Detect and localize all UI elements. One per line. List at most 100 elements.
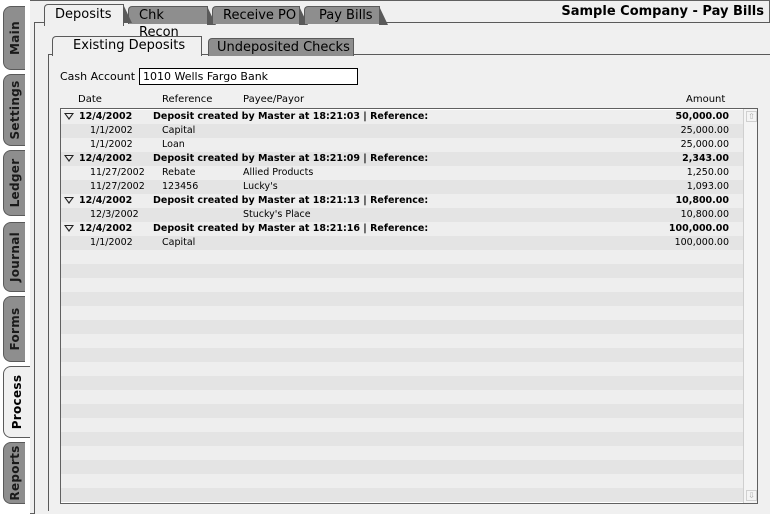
item-date: 1/1/2002 (90, 237, 133, 248)
deposit-amount: 2,343.00 (682, 153, 729, 164)
empty-row (61, 334, 743, 348)
deposit-item-row[interactable]: 11/27/2002 Rebate Allied Products 1,250.00 (61, 166, 743, 180)
deposit-amount: 50,000.00 (675, 111, 730, 122)
tab-undeposited-checks[interactable]: Undeposited Checks (208, 38, 354, 56)
empty-row (61, 418, 743, 432)
tab-label: Pay Bills (319, 8, 373, 23)
scroll-up-icon[interactable]: ⇧ (746, 111, 757, 122)
side-tab-reports[interactable]: Reports (3, 442, 25, 504)
side-tab-label: Journal (7, 231, 22, 283)
deposit-date: 12/4/2002 (79, 195, 133, 206)
deposit-description: Deposit created by Master at 18:21:09 | … (153, 153, 429, 164)
deposit-description: Deposit created by Master at 18:21:13 | … (153, 195, 429, 206)
column-header-payee[interactable]: Payee/Payor (243, 94, 304, 105)
window-title: Sample Company - Pay Bills (561, 4, 764, 19)
deposit-group-row[interactable]: 12/4/2002 Deposit created by Master at 18… (61, 222, 743, 236)
item-date: 11/27/2002 (90, 167, 145, 178)
side-tab-label: Main (7, 21, 22, 55)
tab-deposits[interactable]: Deposits (44, 4, 132, 26)
side-tab-journal[interactable]: Journal (3, 222, 25, 292)
deposit-date: 12/4/2002 (79, 111, 133, 122)
side-tab-forms[interactable]: Forms (3, 296, 25, 362)
empty-row (61, 292, 743, 306)
scroll-down-icon[interactable]: ⇩ (746, 490, 757, 501)
empty-row (61, 474, 743, 488)
side-tab-settings[interactable]: Settings (3, 74, 25, 146)
deposit-description: Deposit created by Master at 18:21:03 | … (153, 111, 429, 122)
empty-row (61, 488, 743, 502)
deposit-amount: 100,000.00 (668, 223, 729, 234)
vertical-scrollbar[interactable]: ⇧ ⇩ (743, 109, 757, 503)
empty-row (61, 390, 743, 404)
deposit-group-row[interactable]: 12/4/2002 Deposit created by Master at 18… (61, 194, 743, 208)
column-header-amount[interactable]: Amount (686, 94, 725, 105)
tab-label: Undeposited Checks (217, 40, 350, 55)
item-date: 1/1/2002 (90, 125, 133, 136)
side-tab-process[interactable]: Process (3, 366, 30, 438)
cash-account-field[interactable]: 1010 Wells Fargo Bank (139, 68, 358, 85)
item-amount: 100,000.00 (674, 237, 729, 248)
item-amount: 1,250.00 (686, 167, 729, 178)
empty-row (61, 376, 743, 390)
item-date: 11/27/2002 (90, 181, 145, 192)
empty-row (61, 404, 743, 418)
deposit-group-row[interactable]: 12/4/2002 Deposit created by Master at 18… (61, 152, 743, 166)
side-tab-ledger[interactable]: Ledger (3, 150, 25, 216)
deposit-date: 12/4/2002 (79, 223, 133, 234)
deposit-item-row[interactable]: 1/1/2002 Loan 25,000.00 (61, 138, 743, 152)
side-tab-label: Reports (7, 445, 22, 501)
deposit-description: Deposit created by Master at 18:21:16 | … (153, 223, 429, 234)
item-payee: Stucky's Place (243, 209, 311, 220)
tab-label: Receive PO (223, 8, 297, 23)
item-payee: Lucky's (243, 181, 278, 192)
empty-row (61, 460, 743, 474)
deposit-date: 12/4/2002 (79, 153, 133, 164)
empty-row (61, 306, 743, 320)
empty-row (61, 446, 743, 460)
empty-row (61, 250, 743, 264)
empty-row (61, 348, 743, 362)
side-tab-label: Forms (7, 307, 22, 351)
side-tab-main[interactable]: Main (3, 6, 25, 70)
cash-account-label: Cash Account (60, 70, 136, 83)
side-tab-label: Process (10, 374, 24, 430)
item-date: 1/1/2002 (90, 139, 133, 150)
empty-row (61, 432, 743, 446)
item-reference: Capital (162, 125, 196, 136)
deposit-group-row[interactable]: 12/4/2002 Deposit created by Master at 18… (61, 110, 743, 124)
empty-row (61, 278, 743, 292)
side-tab-bar: Main Settings Ledger Journal Forms Proce… (0, 0, 30, 514)
collapse-triangle-icon[interactable] (64, 155, 74, 162)
side-tab-label: Ledger (7, 158, 22, 208)
tab-label: Deposits (55, 7, 112, 22)
deposit-item-row[interactable]: 1/1/2002 Capital 25,000.00 (61, 124, 743, 138)
tab-receive-po[interactable]: Receive PO (212, 6, 308, 25)
side-tab-label: Settings (7, 80, 22, 140)
empty-row (61, 362, 743, 376)
collapse-triangle-icon[interactable] (64, 225, 74, 232)
item-reference: Rebate (162, 167, 196, 178)
column-header-reference[interactable]: Reference (162, 94, 212, 105)
tab-chk-recon[interactable]: Chk Recon (128, 6, 216, 40)
collapse-triangle-icon[interactable] (64, 113, 74, 120)
item-date: 12/3/2002 (90, 209, 139, 220)
item-amount: 10,800.00 (680, 209, 729, 220)
tab-label: Existing Deposits (73, 38, 186, 53)
item-amount: 1,093.00 (686, 181, 729, 192)
item-reference: Capital (162, 237, 196, 248)
item-payee: Allied Products (243, 167, 314, 178)
deposits-grid: ⇧ ⇩ 12/4/2002 Deposit created by Master a… (60, 108, 758, 504)
collapse-triangle-icon[interactable] (64, 197, 74, 204)
tab-pay-bills[interactable]: Pay Bills (304, 6, 388, 25)
deposit-item-row[interactable]: 12/3/2002 Stucky's Place 10,800.00 (61, 208, 743, 222)
deposit-item-row[interactable]: 1/1/2002 Capital 100,000.00 (61, 236, 743, 250)
deposit-amount: 10,800.00 (675, 195, 730, 206)
item-amount: 25,000.00 (680, 139, 729, 150)
empty-row (61, 320, 743, 334)
empty-row (61, 264, 743, 278)
tab-existing-deposits[interactable]: Existing Deposits (52, 36, 202, 56)
deposit-item-row[interactable]: 11/27/2002 123456 Lucky's 1,093.00 (61, 180, 743, 194)
item-reference: Loan (162, 139, 185, 150)
item-amount: 25,000.00 (680, 125, 729, 136)
column-header-date[interactable]: Date (78, 94, 102, 105)
